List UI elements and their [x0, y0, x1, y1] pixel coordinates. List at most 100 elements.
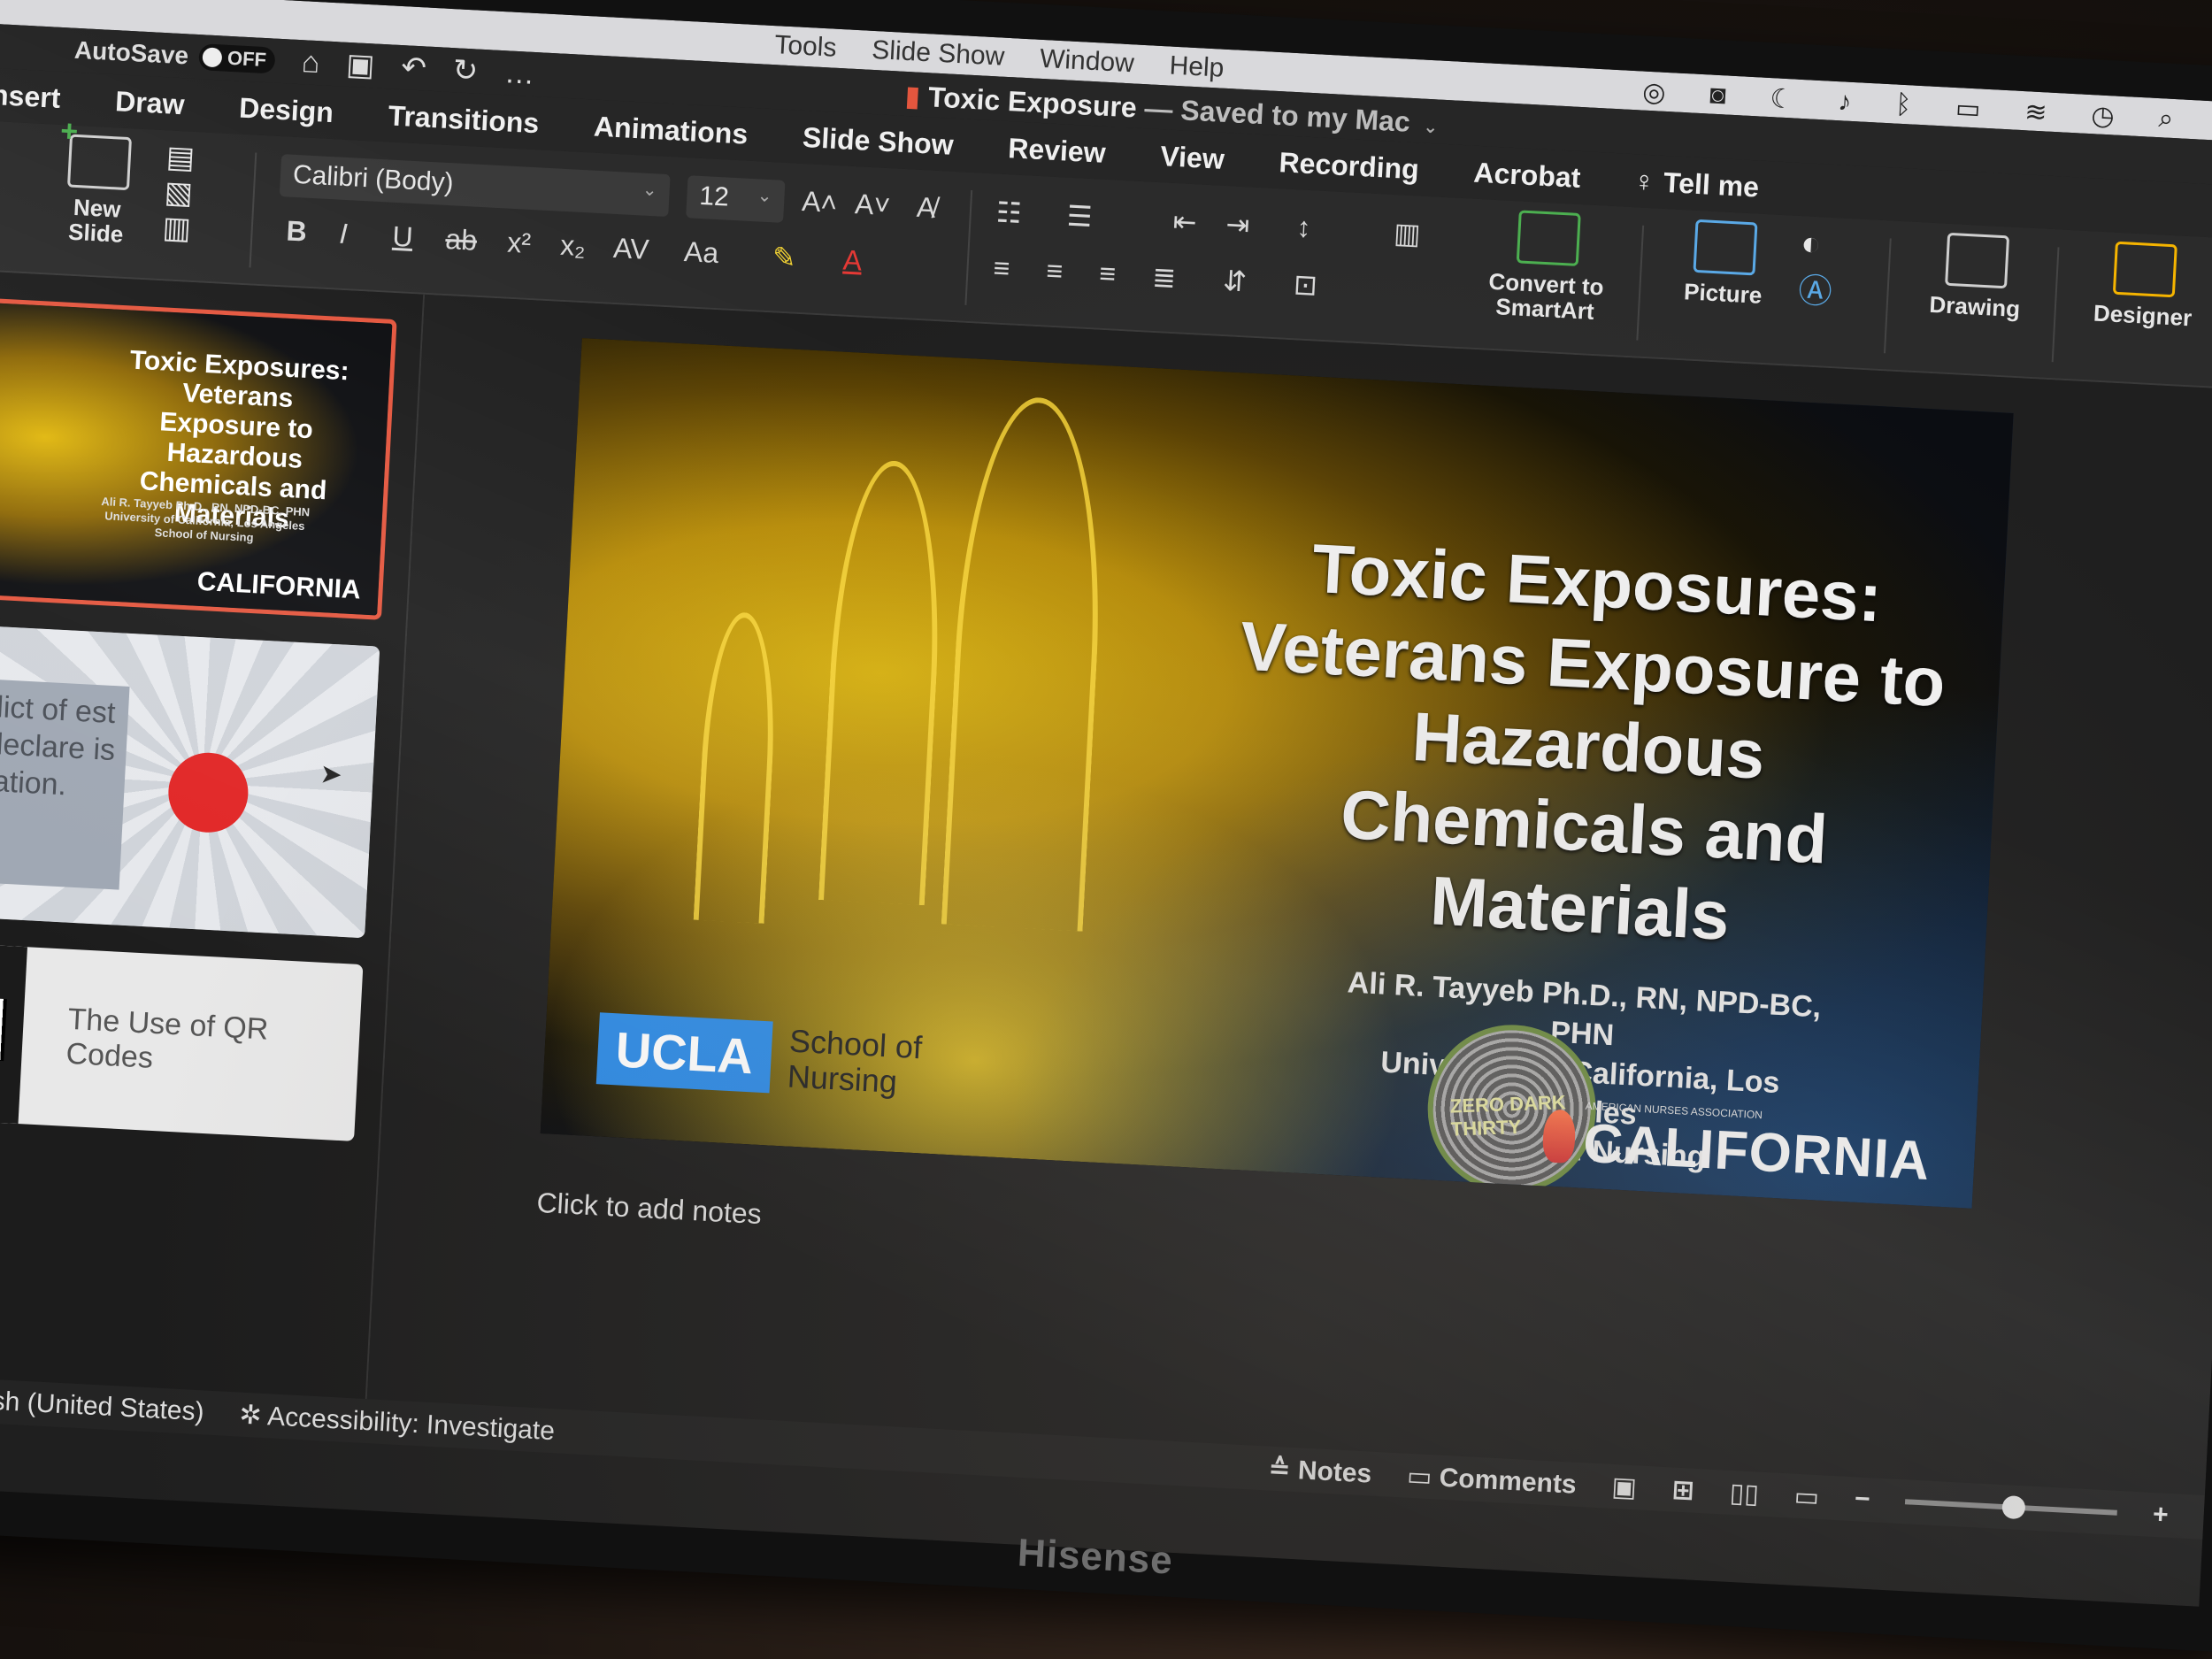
- numbering-icon[interactable]: ☰: [1066, 199, 1094, 234]
- moon-icon[interactable]: ☾: [1770, 83, 1795, 115]
- tab-recording[interactable]: Recording: [1279, 146, 1420, 186]
- presenter-view-icon[interactable]: ▭: [1793, 1480, 1820, 1512]
- smartart-group: Convert to SmartArt: [1468, 208, 1625, 349]
- tab-animations[interactable]: Animations: [593, 110, 749, 150]
- clear-format-icon[interactable]: A̸: [916, 191, 936, 225]
- clock-icon[interactable]: ◷: [2091, 100, 2116, 132]
- toggle-knob: [202, 47, 223, 68]
- smartart-icon: [1516, 210, 1581, 266]
- search-icon[interactable]: ⌕: [2158, 104, 2175, 135]
- layout-icon[interactable]: ▤: [165, 140, 196, 175]
- creative-cloud-icon[interactable]: ◎: [1642, 77, 1667, 109]
- tell-me-button[interactable]: ♀ Tell me: [1632, 165, 1760, 204]
- tab-acrobat[interactable]: Acrobat: [1473, 156, 1582, 194]
- slide-sorter-icon[interactable]: ⊞: [1671, 1474, 1695, 1506]
- accessibility-status[interactable]: ✲ Accessibility: Investigate: [239, 1399, 556, 1447]
- font-size-box[interactable]: 12 ⌄: [686, 175, 786, 223]
- home-icon[interactable]: ⌂: [301, 45, 321, 81]
- font-color-icon[interactable]: A: [842, 244, 863, 278]
- save-icon[interactable]: ▣: [345, 47, 375, 84]
- increase-indent-icon[interactable]: ⇥: [1225, 207, 1251, 242]
- clipboard-group: ✕ ⎘ ✎: [0, 129, 26, 265]
- language-status[interactable]: English (United States): [0, 1383, 204, 1427]
- slide-thumbnail-2[interactable]: onflict of est to declare is entation. ➤: [0, 624, 380, 939]
- underline-icon[interactable]: U: [392, 220, 414, 254]
- align-text-icon[interactable]: ⊡: [1293, 267, 1318, 302]
- text-direction-icon[interactable]: ⇵: [1222, 264, 1248, 298]
- comments-button[interactable]: ▭ Comments: [1406, 1460, 1577, 1500]
- notes-placeholder[interactable]: Click to add notes: [536, 1187, 763, 1231]
- menu-slide-show[interactable]: Slide Show: [871, 35, 1006, 73]
- convert-smartart-button[interactable]: Convert to SmartArt: [1469, 208, 1624, 326]
- more-icon[interactable]: …: [503, 56, 535, 92]
- zoom-out-icon[interactable]: −: [1854, 1484, 1870, 1515]
- slide-thumbnail-1[interactable]: Toxic Exposures: Veterans Exposure to Ha…: [0, 297, 397, 620]
- font-name-box[interactable]: Calibri (Body) ⌄: [279, 154, 671, 218]
- battery-icon[interactable]: ▭: [1955, 93, 1981, 125]
- subscript-icon[interactable]: x₂: [559, 229, 586, 263]
- redo-icon[interactable]: ↻: [452, 52, 480, 88]
- section-icon[interactable]: ▥: [162, 211, 192, 246]
- chevron-down-icon: ⌄: [757, 186, 773, 207]
- designer-label: Designer: [2093, 299, 2193, 332]
- align-left-icon[interactable]: ≡: [993, 251, 1011, 285]
- tab-view[interactable]: View: [1160, 140, 1225, 176]
- picture-label: Picture: [1683, 278, 1763, 309]
- drawing-button[interactable]: Drawing: [1912, 231, 2040, 322]
- change-case-icon[interactable]: Aa: [683, 235, 719, 270]
- zoom-in-icon[interactable]: +: [2152, 1500, 2169, 1531]
- highlight-icon[interactable]: ✎: [772, 240, 797, 274]
- powerpoint-doc-icon: ▮: [903, 79, 922, 112]
- superscript-icon[interactable]: x²: [506, 227, 532, 260]
- tab-review[interactable]: Review: [1007, 132, 1107, 170]
- grow-font-icon[interactable]: A˄: [801, 185, 838, 219]
- shapes-icon[interactable]: ◐: [1800, 225, 1822, 263]
- reading-view-icon[interactable]: ▯▯: [1729, 1477, 1760, 1509]
- bluetooth-icon[interactable]: ᛒ: [1894, 90, 1912, 122]
- wifi-icon[interactable]: ≋: [2024, 96, 2048, 128]
- line-spacing-icon[interactable]: ↕: [1296, 211, 1312, 244]
- reset-icon[interactable]: ▧: [164, 175, 194, 211]
- autosave-state: OFF: [227, 46, 267, 72]
- slide-thumbnail-3[interactable]: The Use of QR Codes: [0, 942, 364, 1141]
- zoom-slider-thumb[interactable]: [2001, 1495, 2027, 1520]
- columns-icon[interactable]: ▥: [1393, 216, 1421, 251]
- tab-slide-show[interactable]: Slide Show: [802, 120, 954, 161]
- character-spacing-icon[interactable]: AV: [612, 232, 649, 266]
- lightbulb-icon: ♀: [1632, 164, 1656, 197]
- menu-help[interactable]: Help: [1169, 51, 1225, 84]
- menu-tools[interactable]: Tools: [774, 30, 838, 64]
- normal-view-icon[interactable]: ▣: [1611, 1471, 1638, 1502]
- align-right-icon[interactable]: ≡: [1098, 257, 1118, 291]
- slide-title[interactable]: Toxic Exposures: Veterans Exposure to Ha…: [1225, 524, 1953, 967]
- designer-button[interactable]: Designer: [2071, 239, 2212, 331]
- volume-icon[interactable]: ♪: [1837, 87, 1853, 119]
- bullets-icon[interactable]: ☷: [995, 196, 1023, 230]
- tell-me-label: Tell me: [1663, 165, 1760, 204]
- undo-icon[interactable]: ↶: [400, 50, 427, 86]
- new-slide-group: + New Slide: [45, 114, 150, 272]
- camera-icon[interactable]: ◙: [1709, 81, 1727, 112]
- menu-window[interactable]: Window: [1039, 44, 1134, 80]
- tab-insert[interactable]: Insert: [0, 78, 61, 115]
- bold-icon[interactable]: B: [286, 215, 308, 249]
- italic-icon[interactable]: I: [339, 218, 349, 250]
- picture-button[interactable]: Picture: [1665, 218, 1785, 309]
- autosave-toggle[interactable]: OFF: [198, 43, 276, 74]
- decrease-indent-icon[interactable]: ⇤: [1172, 204, 1198, 239]
- shrink-font-icon[interactable]: A˅: [854, 188, 891, 222]
- strikethrough-icon[interactable]: ab: [445, 223, 478, 257]
- autosave-control: AutoSave OFF: [73, 36, 276, 75]
- ribbon-separator: [1883, 238, 1892, 354]
- tab-draw[interactable]: Draw: [114, 85, 185, 121]
- textbox-icon[interactable]: Ⓐ: [1797, 273, 1832, 311]
- new-slide-button[interactable]: + New Slide: [47, 114, 150, 249]
- notes-button[interactable]: ≙ Notes: [1268, 1453, 1373, 1489]
- justify-icon[interactable]: ≣: [1151, 260, 1177, 295]
- tab-transitions[interactable]: Transitions: [388, 99, 540, 140]
- zoom-slider[interactable]: [1905, 1495, 2118, 1520]
- align-center-icon[interactable]: ≡: [1046, 255, 1064, 288]
- tab-design[interactable]: Design: [238, 91, 334, 129]
- slide-thumbnails-pane: Toxic Exposures: Veterans Exposure to Ha…: [0, 270, 426, 1400]
- current-slide[interactable]: Toxic Exposures: Veterans Exposure to Ha…: [540, 338, 2014, 1209]
